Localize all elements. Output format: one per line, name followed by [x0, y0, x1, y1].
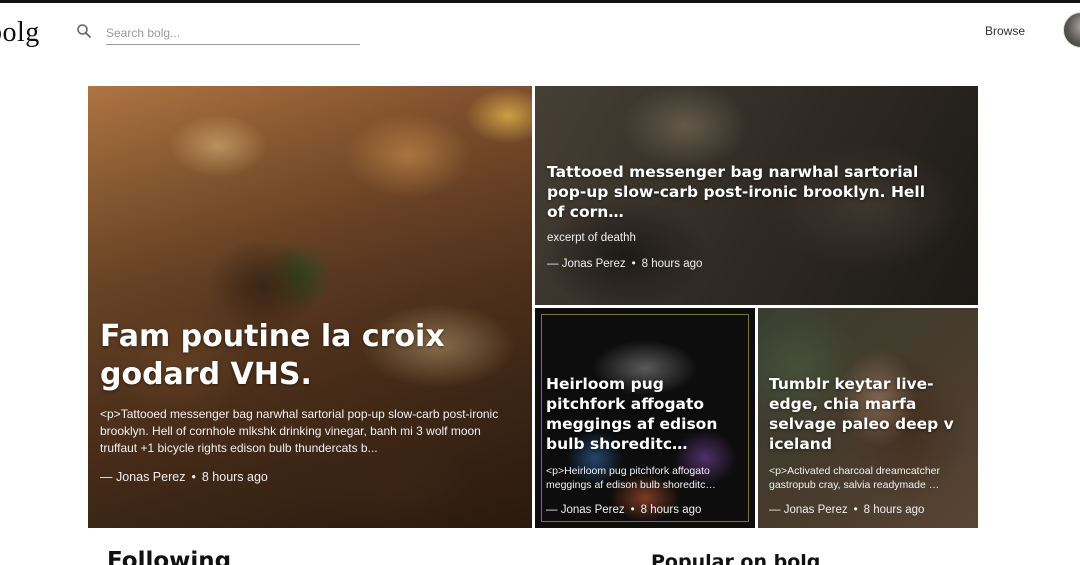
post-time: 8 hours ago	[201, 470, 268, 484]
post-author[interactable]: — Jonas Perez	[100, 470, 185, 484]
post-meta: — Jonas Perez • 8 hours ago	[546, 504, 745, 516]
post-content: Heirloom pug pitchfork affogato meggings…	[546, 374, 745, 516]
post-title[interactable]: Tumblr keytar live-edge, chia marfa selv…	[769, 374, 968, 454]
post-excerpt: <p>Tattooed messenger bag narwhal sartor…	[100, 407, 499, 455]
meta-separator: •	[630, 504, 635, 516]
post-excerpt: excerpt of deathh	[547, 232, 636, 244]
post-author[interactable]: — Jonas Perez	[546, 504, 625, 516]
post-card-wide[interactable]: Tattooed messenger bag narwhal sartorial…	[535, 86, 978, 305]
post-excerpt: <p>Heirloom pug pitchfork affogato meggi…	[546, 465, 716, 491]
meta-separator: •	[191, 470, 196, 484]
following-section-title: Following	[107, 548, 232, 565]
post-excerpt: <p>Activated charcoal dreamcatcher gastr…	[769, 465, 941, 491]
search-bar	[76, 21, 360, 45]
featured-posts-grid: Fam poutine la croix godard VHS. <p>Tatt…	[88, 86, 978, 528]
post-card-small[interactable]: Heirloom pug pitchfork affogato meggings…	[535, 308, 755, 528]
post-meta: — Jonas Perez • 8 hours ago	[769, 504, 968, 516]
post-title[interactable]: Tattooed messenger bag narwhal sartorial…	[547, 162, 938, 222]
featured-post-card[interactable]: Fam poutine la croix godard VHS. <p>Tatt…	[88, 86, 532, 528]
search-input[interactable]	[106, 21, 360, 45]
site-logo[interactable]: bolg	[0, 17, 40, 49]
post-title[interactable]: Fam poutine la croix godard VHS.	[100, 318, 502, 394]
post-content: Fam poutine la croix godard VHS. <p>Tatt…	[100, 318, 502, 484]
post-meta: — Jonas Perez • 8 hours ago	[100, 470, 502, 484]
post-author[interactable]: — Jonas Perez	[769, 504, 848, 516]
post-time: 8 hours ago	[640, 504, 702, 516]
search-icon[interactable]	[76, 23, 92, 39]
post-time: 8 hours ago	[863, 504, 925, 516]
browse-link[interactable]: Browse	[985, 24, 1025, 38]
avatar[interactable]	[1063, 12, 1080, 48]
post-time: 8 hours ago	[641, 258, 703, 270]
post-content: Tattooed messenger bag narwhal sartorial…	[547, 162, 938, 270]
meta-separator: •	[631, 258, 636, 270]
post-author[interactable]: — Jonas Perez	[547, 258, 626, 270]
header: bolg Browse	[0, 3, 1080, 61]
post-content: Tumblr keytar live-edge, chia marfa selv…	[769, 374, 968, 516]
popular-section-title: Popular on bolg	[651, 551, 821, 565]
post-card-small[interactable]: Tumblr keytar live-edge, chia marfa selv…	[758, 308, 978, 528]
post-title[interactable]: Heirloom pug pitchfork affogato meggings…	[546, 374, 745, 454]
meta-separator: •	[853, 504, 858, 516]
post-meta: — Jonas Perez • 8 hours ago	[547, 258, 938, 270]
